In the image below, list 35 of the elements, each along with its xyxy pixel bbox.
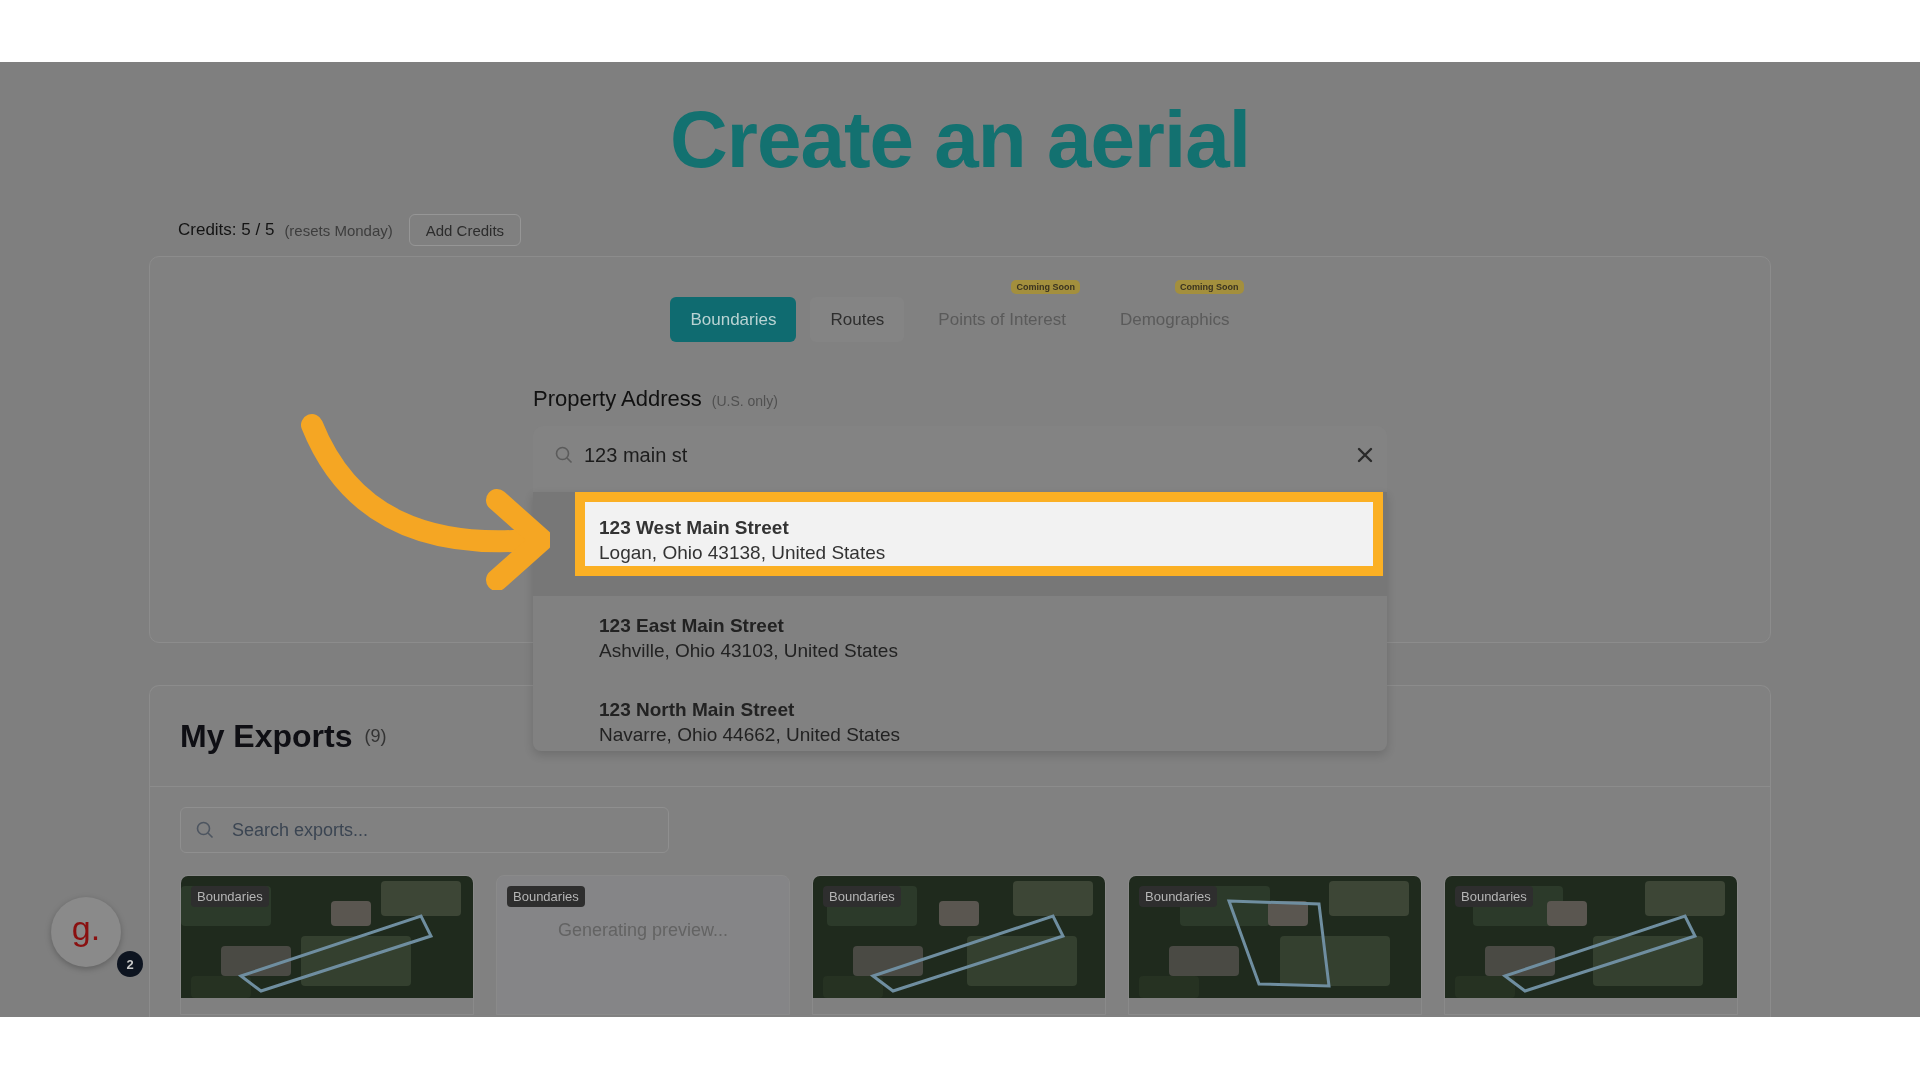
place-name: Ashville, Ohio 43103, United States (599, 639, 899, 663)
export-type-tag: Boundaries (507, 886, 585, 907)
search-icon (555, 446, 573, 464)
suggestion-item[interactable]: 123 North Main Street Navarre, Ohio 44662, United States (533, 680, 1387, 751)
export-type-tag: Boundaries (1139, 886, 1217, 907)
export-card[interactable]: Boundaries (1128, 875, 1422, 1015)
clear-icon[interactable] (1357, 447, 1373, 463)
export-card[interactable]: Boundaries (180, 875, 474, 1015)
search-icon (196, 821, 214, 839)
export-card[interactable]: Boundaries (812, 875, 1106, 1015)
notification-badge: 2 (117, 951, 143, 977)
field-label: Property Address (533, 386, 702, 412)
export-count: (9) (364, 725, 387, 747)
street-name: 123 East Main Street (599, 614, 785, 638)
credits-reset-note: (resets Monday) (284, 221, 393, 239)
assistant-button[interactable]: g. (51, 897, 121, 967)
page-title: Create an aerial (670, 100, 1250, 180)
place-name: Logan, Ohio 43138, United States (599, 541, 887, 565)
add-credits-button[interactable]: Add Credits (408, 214, 522, 246)
tab[interactable]: Boundaries (670, 297, 797, 342)
suggestion-item[interactable]: 123 West Main Street Logan, Ohio 43138, United States (575, 492, 1383, 576)
export-type-tag: Boundaries (1455, 886, 1533, 907)
credits-count: Credits: 5 / 5 (178, 220, 275, 240)
export-card[interactable]: Boundaries (1444, 875, 1738, 1015)
coming-soon-badge: Coming Soon (1175, 280, 1244, 294)
street-name: 123 North Main Street (599, 698, 796, 722)
street-name: 123 West Main Street (599, 516, 790, 540)
export-type-tag: Boundaries (823, 886, 901, 907)
suggestion-item[interactable]: 123 East Main Street Ashville, Ohio 43103, United States (533, 596, 1387, 680)
search-exports-field[interactable]: Search exports... (180, 807, 669, 853)
section-title: My Exports (180, 717, 353, 755)
place-name: Navarre, Ohio 44662, United States (599, 723, 901, 747)
coming-soon-badge: Coming Soon (1011, 280, 1080, 294)
export-type-tag: Boundaries (191, 886, 269, 907)
assistant-logo: g. (71, 908, 101, 948)
